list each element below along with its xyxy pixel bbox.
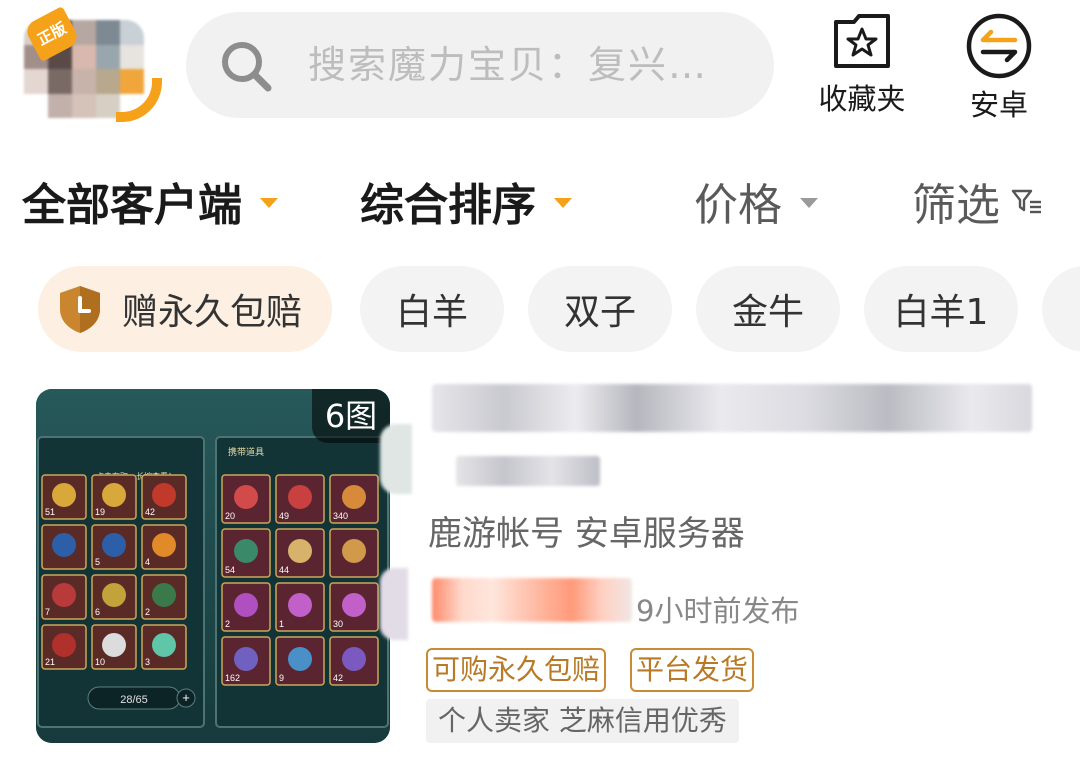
slot-count: 6	[95, 607, 100, 617]
inventory-item-icon	[52, 533, 76, 557]
inventory-item-icon	[52, 483, 76, 507]
slot-count: 42	[333, 673, 343, 683]
tag-permanent-guarantee: 可购永久包赔	[426, 648, 607, 692]
inventory-item-icon	[102, 533, 126, 557]
caret-down-icon	[800, 198, 818, 208]
chip-label: 白羊1	[893, 292, 989, 333]
inventory-item-icon	[102, 583, 126, 607]
slot-count: 340	[333, 511, 348, 521]
right-panel-header: 携带道具	[228, 446, 264, 457]
chip-baiyang1[interactable]: 白羊1	[864, 266, 1018, 352]
slot-count: 2	[225, 619, 230, 629]
slot-count: 2	[145, 607, 150, 617]
funnel-icon	[1011, 189, 1041, 214]
slot-count: 9	[279, 673, 284, 683]
publish-time: 9小时前发布	[636, 594, 800, 628]
slot-count: 21	[45, 657, 55, 667]
slot-count: 4	[145, 557, 150, 567]
slot-count: 1	[279, 619, 284, 629]
filter-button[interactable]: 筛选	[912, 168, 1044, 234]
inventory-item-icon	[234, 593, 258, 617]
search-placeholder: 搜索魔力宝贝：复兴…	[308, 43, 709, 87]
chip-label: 白羊	[395, 292, 468, 333]
chip-permanent-guarantee[interactable]: 赠永久包赔	[38, 266, 332, 352]
client-filter-label: 全部客户端	[22, 180, 242, 231]
slot-count: 54	[225, 565, 235, 575]
image-count-badge: 6图	[312, 389, 390, 443]
slot-count: 42	[145, 507, 155, 517]
inventory-item-icon	[152, 533, 176, 557]
inventory-item-icon	[234, 647, 258, 671]
inventory-item-icon	[52, 633, 76, 657]
chip-label: 赠永久包赔	[122, 292, 303, 333]
caret-down-icon	[554, 198, 572, 208]
chip-jinniu[interactable]: 金牛	[696, 266, 840, 352]
client-filter-dropdown[interactable]: 全部客户端	[22, 168, 278, 234]
inventory-item-icon	[288, 539, 312, 563]
inventory-item-icon	[234, 539, 258, 563]
page-indicator: 28/65	[120, 694, 148, 706]
inventory-item-icon	[342, 593, 366, 617]
caret-down-icon	[260, 198, 278, 208]
inventory-item-icon	[52, 583, 76, 607]
inventory-item-icon	[288, 647, 312, 671]
price-label: 价格	[694, 180, 782, 231]
inventory-item-icon	[342, 485, 366, 509]
platform-label: 安卓	[969, 88, 1028, 122]
listing-thumbnail[interactable]: 点击存取，长按查看！ 携带道具 5119425476221103 2049340…	[36, 389, 390, 743]
slot-count: 5	[95, 557, 100, 567]
slot-count: 30	[333, 619, 343, 629]
slot-count: 44	[279, 565, 289, 575]
slot-count: 51	[45, 507, 55, 517]
switch-arrows-icon	[966, 13, 1032, 79]
inventory-item-icon	[152, 483, 176, 507]
favorites-label: 收藏夹	[818, 82, 906, 116]
slot-count: 20	[225, 511, 235, 521]
inventory-item-icon	[342, 539, 366, 563]
favorites-button[interactable]: 收藏夹	[812, 12, 912, 122]
inventory-item-icon	[152, 633, 176, 657]
slot-count: 19	[95, 507, 105, 517]
seller-info: 个人卖家 芝麻信用优秀	[426, 699, 739, 743]
side-decoration	[380, 568, 408, 640]
inventory-item-icon	[102, 633, 126, 657]
sort-dropdown[interactable]: 综合排序	[360, 168, 572, 234]
app-logo[interactable]: 正版	[23, 6, 162, 122]
inventory-item-icon	[152, 583, 176, 607]
logo-swoosh	[116, 78, 162, 122]
inventory-item-icon	[288, 593, 312, 617]
chip-baiyang[interactable]: 白羊	[360, 266, 504, 352]
favorites-folder-icon	[834, 14, 890, 68]
slot-count: 162	[225, 673, 240, 683]
price-sort[interactable]: 价格	[694, 168, 818, 234]
chip-label: 金牛	[731, 292, 804, 333]
inventory-item-icon	[102, 483, 126, 507]
platform-switch-button[interactable]: 安卓	[949, 12, 1049, 122]
search-icon	[222, 42, 272, 92]
inventory-item-icon	[234, 485, 258, 509]
chip-more[interactable]	[1042, 266, 1080, 352]
listing-subtitle: 鹿游帐号 安卓服务器	[428, 514, 745, 554]
shield-clock-icon	[60, 286, 100, 333]
chip-shuangzi[interactable]: 双子	[528, 266, 672, 352]
inventory-item-icon	[288, 485, 312, 509]
filter-label: 筛选	[912, 180, 1000, 231]
sort-label: 综合排序	[360, 180, 536, 231]
slot-count: 3	[145, 657, 150, 667]
svg-text:+: +	[182, 690, 190, 705]
search-bar[interactable]: 搜索魔力宝贝：复兴…	[186, 12, 774, 118]
tag-platform-delivery: 平台发货	[630, 648, 755, 692]
slot-count: 7	[45, 607, 50, 617]
chip-label: 双子	[563, 292, 636, 333]
slot-count: 10	[95, 657, 105, 667]
slot-count: 49	[279, 511, 289, 521]
inventory-item-icon	[342, 647, 366, 671]
